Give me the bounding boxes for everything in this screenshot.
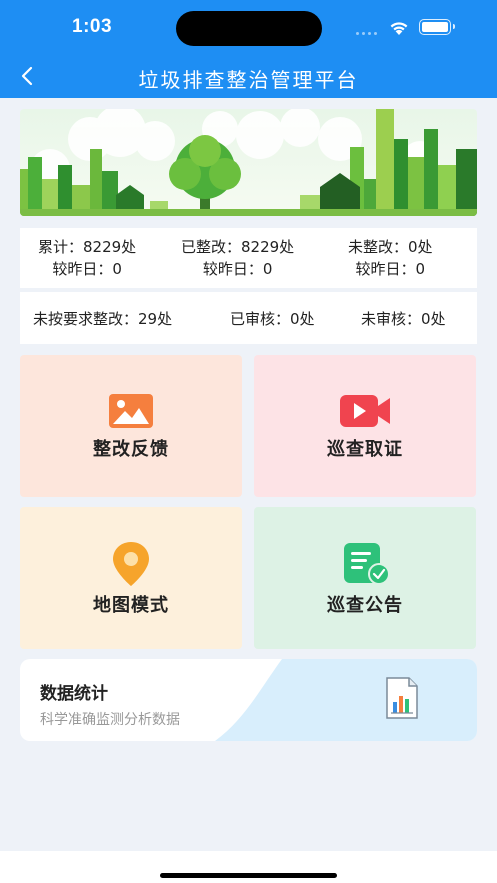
image-icon [109,394,153,428]
inspection-announcement-button[interactable]: 巡查公告 [254,507,476,649]
card-label-announcement: 巡查公告 [327,595,403,616]
stat-unreviewed: 未审核：0处 [361,310,446,328]
stat-noncompliant: 未按要求整改：29处 [33,310,173,328]
battery-icon [419,19,455,35]
stat-total-change: 较昨日：0 [52,260,122,278]
stat-total: 累计：8229处 较昨日：0 [38,236,136,280]
inspection-evidence-button[interactable]: 巡查取证 [254,355,476,497]
data-statistics-subtitle: 科学准确监测分析数据 [40,712,180,728]
map-mode-button[interactable]: 地图模式 [20,507,242,649]
card-label-evidence: 巡查取证 [327,439,403,460]
stat-fixed: 已整改：8229处 较昨日：0 [181,236,294,280]
card-label-feedback: 整改反馈 [93,439,169,460]
map-pin-icon [113,542,149,586]
stat-total-value: 累计：8229处 [38,238,137,256]
dynamic-island [176,11,322,46]
announcement-icon [344,543,390,585]
home-indicator[interactable] [160,873,337,878]
stat-unfixed-change: 较昨日：0 [355,260,426,278]
stat-reviewed: 已审核：0处 [230,310,315,328]
status-time: 1:03 [72,16,113,37]
data-statistics-title: 数据统计 [40,684,108,704]
data-statistics-button[interactable]: 数据统计 科学准确监测分析数据 [20,659,477,741]
stat-fixed-value: 已整改：8229处 [181,238,295,256]
stat-unfixed-value: 未整改：0处 [348,238,433,256]
bottom-bar [0,851,497,883]
stats-review: 未按要求整改：29处 已审核：0处 未审核：0处 [20,292,477,344]
rectification-feedback-button[interactable]: 整改反馈 [20,355,242,497]
app-header: 1:03 垃圾排查整治管理平台 [0,0,497,98]
report-chart-icon [386,677,418,719]
banner-image [20,109,477,216]
page-title: 垃圾排查整治管理平台 [138,68,359,92]
wifi-icon [390,22,408,35]
stat-unfixed: 未整改：0处 较昨日：0 [348,236,433,280]
stats-summary: 累计：8229处 较昨日：0 已整改：8229处 较昨日：0 未整改：0处 较昨… [20,228,477,288]
video-camera-icon [340,395,390,427]
card-label-map: 地图模式 [93,595,169,616]
stat-fixed-change: 较昨日：0 [202,260,273,278]
